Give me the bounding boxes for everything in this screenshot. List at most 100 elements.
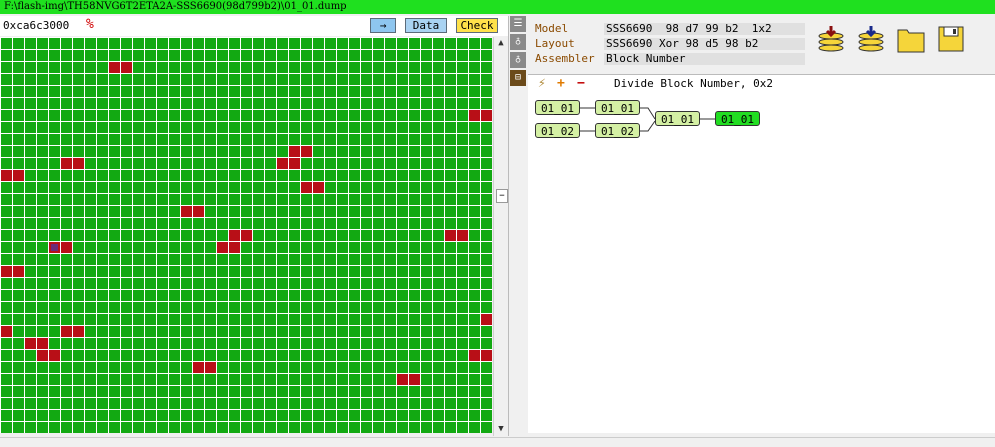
block-cell[interactable] (109, 314, 120, 325)
block-cell[interactable] (49, 266, 60, 277)
block-cell[interactable] (469, 122, 480, 133)
block-cell[interactable] (145, 134, 156, 145)
block-cell[interactable] (457, 74, 468, 85)
block-cell[interactable] (397, 218, 408, 229)
block-cell[interactable] (13, 182, 24, 193)
block-cell[interactable] (301, 410, 312, 421)
block-cell[interactable] (85, 362, 96, 373)
layout-value[interactable]: SSS6690 Xor 98 d5 98 b2 (604, 38, 805, 50)
block-cell[interactable] (73, 134, 84, 145)
block-cell[interactable] (97, 326, 108, 337)
bad-block-cell[interactable] (241, 230, 252, 241)
block-cell[interactable] (385, 314, 396, 325)
bad-block-cell[interactable] (481, 110, 492, 121)
block-cell[interactable] (73, 74, 84, 85)
vertical-scrollbar[interactable]: ▲ − ▼ (493, 37, 508, 436)
block-cell[interactable] (253, 206, 264, 217)
bad-block-cell[interactable] (73, 158, 84, 169)
scroll-up-icon[interactable]: ▲ (494, 37, 508, 49)
block-cell[interactable] (289, 398, 300, 409)
block-cell[interactable] (169, 278, 180, 289)
block-cell[interactable] (49, 362, 60, 373)
block-cell[interactable] (121, 314, 132, 325)
block-cell[interactable] (205, 86, 216, 97)
block-cell[interactable] (481, 266, 492, 277)
block-cell[interactable] (385, 158, 396, 169)
block-cell[interactable] (25, 110, 36, 121)
block-cell[interactable] (193, 134, 204, 145)
block-cell[interactable] (85, 158, 96, 169)
block-cell[interactable] (181, 62, 192, 73)
block-cell[interactable] (349, 338, 360, 349)
block-cell[interactable] (97, 266, 108, 277)
block-cell[interactable] (169, 38, 180, 49)
block-cell[interactable] (25, 206, 36, 217)
block-cell[interactable] (313, 122, 324, 133)
bad-block-cell[interactable] (109, 62, 120, 73)
block-cell[interactable] (241, 278, 252, 289)
block-cell[interactable] (241, 74, 252, 85)
block-cell[interactable] (25, 362, 36, 373)
block-cell[interactable] (85, 122, 96, 133)
block-cell[interactable] (193, 266, 204, 277)
block-cell[interactable] (73, 218, 84, 229)
block-cell[interactable] (181, 278, 192, 289)
block-cell[interactable] (349, 134, 360, 145)
list-icon[interactable]: ☰ (510, 16, 526, 32)
bad-block-cell[interactable] (49, 350, 60, 361)
block-cell[interactable] (37, 230, 48, 241)
block-cell[interactable] (385, 278, 396, 289)
block-cell[interactable] (313, 86, 324, 97)
block-cell[interactable] (49, 410, 60, 421)
block-cell[interactable] (253, 194, 264, 205)
block-cell[interactable] (61, 122, 72, 133)
block-cell[interactable] (49, 290, 60, 301)
block-cell[interactable] (217, 302, 228, 313)
block-cell[interactable] (265, 74, 276, 85)
block-cell[interactable] (73, 86, 84, 97)
block-cell[interactable] (133, 182, 144, 193)
block-cell[interactable] (109, 254, 120, 265)
block-cell[interactable] (469, 182, 480, 193)
block-cell[interactable] (181, 386, 192, 397)
block-cell[interactable] (217, 98, 228, 109)
block-cell[interactable] (481, 302, 492, 313)
collapse-icon[interactable]: − (496, 189, 508, 203)
block-cell[interactable] (133, 110, 144, 121)
block-cell[interactable] (25, 170, 36, 181)
block-cell[interactable] (277, 38, 288, 49)
block-cell[interactable] (433, 326, 444, 337)
block-cell[interactable] (253, 50, 264, 61)
block-cell[interactable] (241, 122, 252, 133)
block-cell[interactable] (433, 86, 444, 97)
block-cell[interactable] (145, 158, 156, 169)
block-cell[interactable] (61, 134, 72, 145)
block-cell[interactable] (109, 326, 120, 337)
block-cell[interactable] (421, 278, 432, 289)
block-cell[interactable] (133, 146, 144, 157)
block-cell[interactable] (253, 86, 264, 97)
block-cell[interactable] (193, 62, 204, 73)
block-cell[interactable] (1, 50, 12, 61)
block-cell[interactable] (421, 410, 432, 421)
block-cell[interactable] (433, 242, 444, 253)
block-cell[interactable] (217, 110, 228, 121)
block-cell[interactable] (61, 86, 72, 97)
block-cell[interactable] (205, 38, 216, 49)
block-cell[interactable] (301, 362, 312, 373)
block-cell[interactable] (253, 110, 264, 121)
block-cell[interactable] (385, 206, 396, 217)
block-cell[interactable] (109, 302, 120, 313)
block-cell[interactable] (433, 350, 444, 361)
block-cell[interactable] (433, 158, 444, 169)
block-cell[interactable] (457, 206, 468, 217)
block-cell[interactable] (301, 254, 312, 265)
block-cell[interactable] (73, 230, 84, 241)
block-cell[interactable] (241, 398, 252, 409)
block-cell[interactable] (277, 218, 288, 229)
block-cell[interactable] (37, 266, 48, 277)
block-cell[interactable] (409, 326, 420, 337)
block-cell[interactable] (325, 230, 336, 241)
block-cell[interactable] (301, 290, 312, 301)
block-cell[interactable] (301, 38, 312, 49)
